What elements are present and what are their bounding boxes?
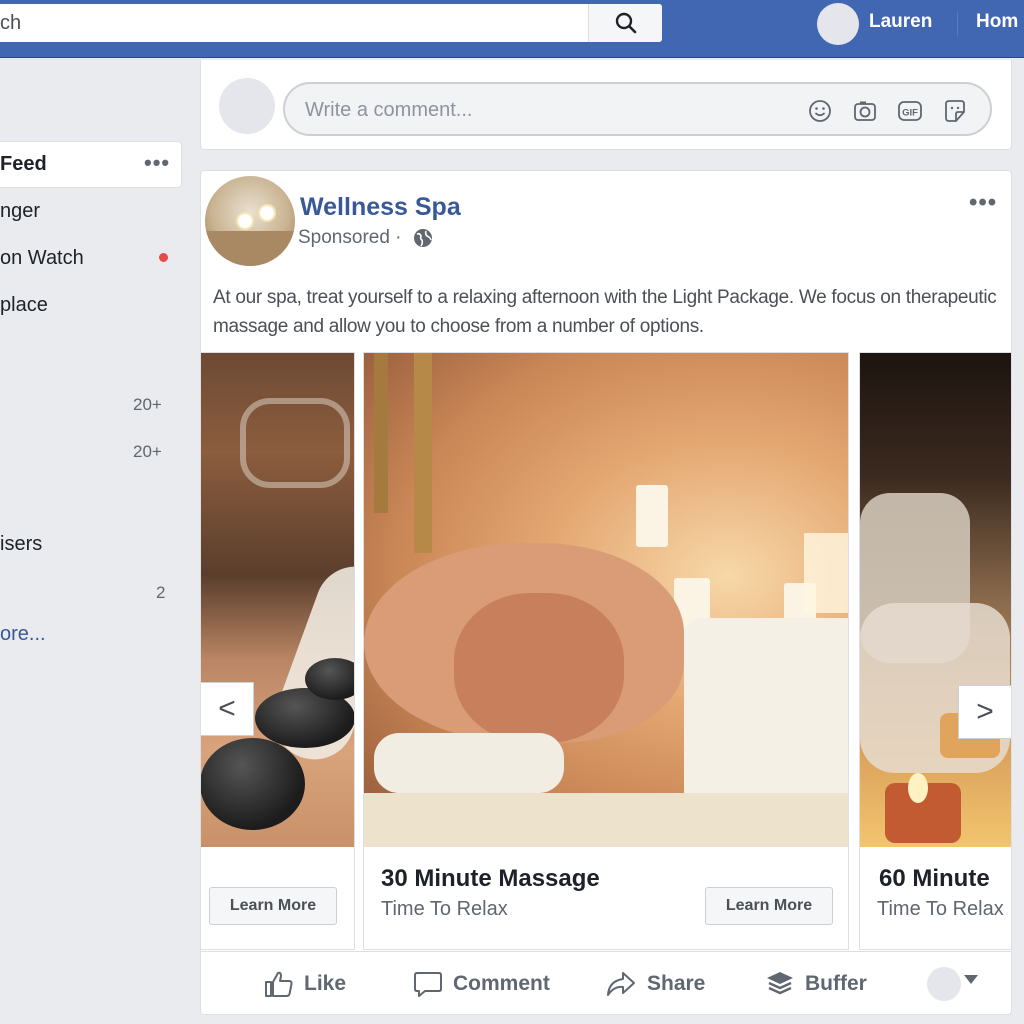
search-input-text: ch <box>0 12 22 34</box>
post-options-icon[interactable]: ••• <box>969 189 997 217</box>
svg-text:GIF: GIF <box>902 108 918 119</box>
carousel-card-subtitle: Time To Relax <box>381 898 508 920</box>
comment-input[interactable]: Write a comment... GIF <box>283 82 992 136</box>
avatar <box>219 78 275 134</box>
sidebar-item-advertisers[interactable]: isers <box>0 533 42 556</box>
like-icon <box>265 971 293 997</box>
user-name-link[interactable]: Lauren <box>869 11 932 33</box>
post-text: At our spa, treat yourself to a relaxing… <box>213 287 997 337</box>
sidebar-item-messenger[interactable]: nger <box>0 200 40 223</box>
carousel-card-title: 60 Minute <box>879 865 990 892</box>
comment-card: Write a comment... GIF <box>200 60 1012 150</box>
comment-button[interactable]: Comment <box>413 970 550 998</box>
sidebar-count: 20+ <box>133 442 162 461</box>
like-label: Like <box>304 972 347 995</box>
carousel-image-hot-stones <box>201 353 354 847</box>
avatar[interactable] <box>927 967 961 1001</box>
comment-label: Comment <box>453 972 550 995</box>
learn-more-button[interactable]: Learn More <box>209 887 337 925</box>
user-avatar[interactable] <box>817 3 859 45</box>
globe-icon <box>414 229 432 247</box>
top-navigation-bar: ch Lauren Hom <box>0 0 1024 58</box>
buffer-icon <box>767 972 793 995</box>
search-icon <box>615 12 636 34</box>
comment-icon <box>414 972 442 997</box>
see-more-link[interactable]: ore... <box>0 623 46 646</box>
share-button[interactable]: Share <box>605 970 705 998</box>
chevron-down-icon[interactable] <box>964 975 978 984</box>
sidebar-count: 2 <box>156 583 166 602</box>
carousel-image-towels-candles <box>860 353 1011 847</box>
gif-icon[interactable]: GIF <box>897 98 923 124</box>
search-button[interactable] <box>588 4 662 42</box>
flower-decoration <box>260 206 274 220</box>
more-options-icon[interactable]: ••• <box>144 150 170 176</box>
sidebar-count: 20+ <box>133 395 162 414</box>
carousel-card[interactable]: 60 Minute Time To Relax <box>859 352 1011 950</box>
carousel-card-subtitle: Time To Relax <box>877 898 1004 920</box>
sidebar-item-news-feed[interactable]: Feed <box>0 153 47 176</box>
buffer-label: Buffer <box>805 972 867 995</box>
carousel: Learn More 30 Minute Massage Time To Rel… <box>201 352 1011 950</box>
flower-decoration <box>238 214 252 228</box>
avatar-sand <box>205 231 295 266</box>
carousel-card-title: 30 Minute Massage <box>381 865 600 892</box>
camera-icon[interactable] <box>852 98 878 124</box>
notification-dot <box>159 253 168 262</box>
like-button[interactable]: Like <box>264 970 346 998</box>
search-input[interactable]: ch <box>0 4 662 42</box>
sponsored-post: Wellness Spa Sponsored · ••• At our spa,… <box>200 170 1012 1015</box>
carousel-card[interactable]: 30 Minute Massage Time To Relax Learn Mo… <box>363 352 849 950</box>
sticker-icon[interactable] <box>942 98 968 124</box>
carousel-prev-button[interactable]: < <box>201 682 254 736</box>
carousel-image-massage <box>364 353 848 847</box>
sidebar-item-watch[interactable]: on Watch <box>0 247 84 270</box>
buffer-button[interactable]: Buffer <box>765 970 867 998</box>
page-avatar[interactable] <box>205 176 295 266</box>
carousel-next-button[interactable]: > <box>958 685 1011 739</box>
smiley-icon[interactable] <box>807 98 833 124</box>
page-name-link[interactable]: Wellness Spa <box>300 193 461 222</box>
post-action-bar: Like Comment Share Buffer <box>201 951 1011 1014</box>
home-link[interactable]: Hom <box>976 11 1018 33</box>
carousel-card[interactable]: Learn More <box>201 352 355 950</box>
comment-placeholder: Write a comment... <box>305 99 473 121</box>
share-label: Share <box>647 972 706 995</box>
sidebar-item-marketplace[interactable]: place <box>0 294 48 317</box>
share-icon <box>607 972 635 996</box>
learn-more-button[interactable]: Learn More <box>705 887 833 925</box>
nav-divider <box>957 12 958 36</box>
sponsored-label[interactable]: Sponsored · <box>298 227 402 249</box>
